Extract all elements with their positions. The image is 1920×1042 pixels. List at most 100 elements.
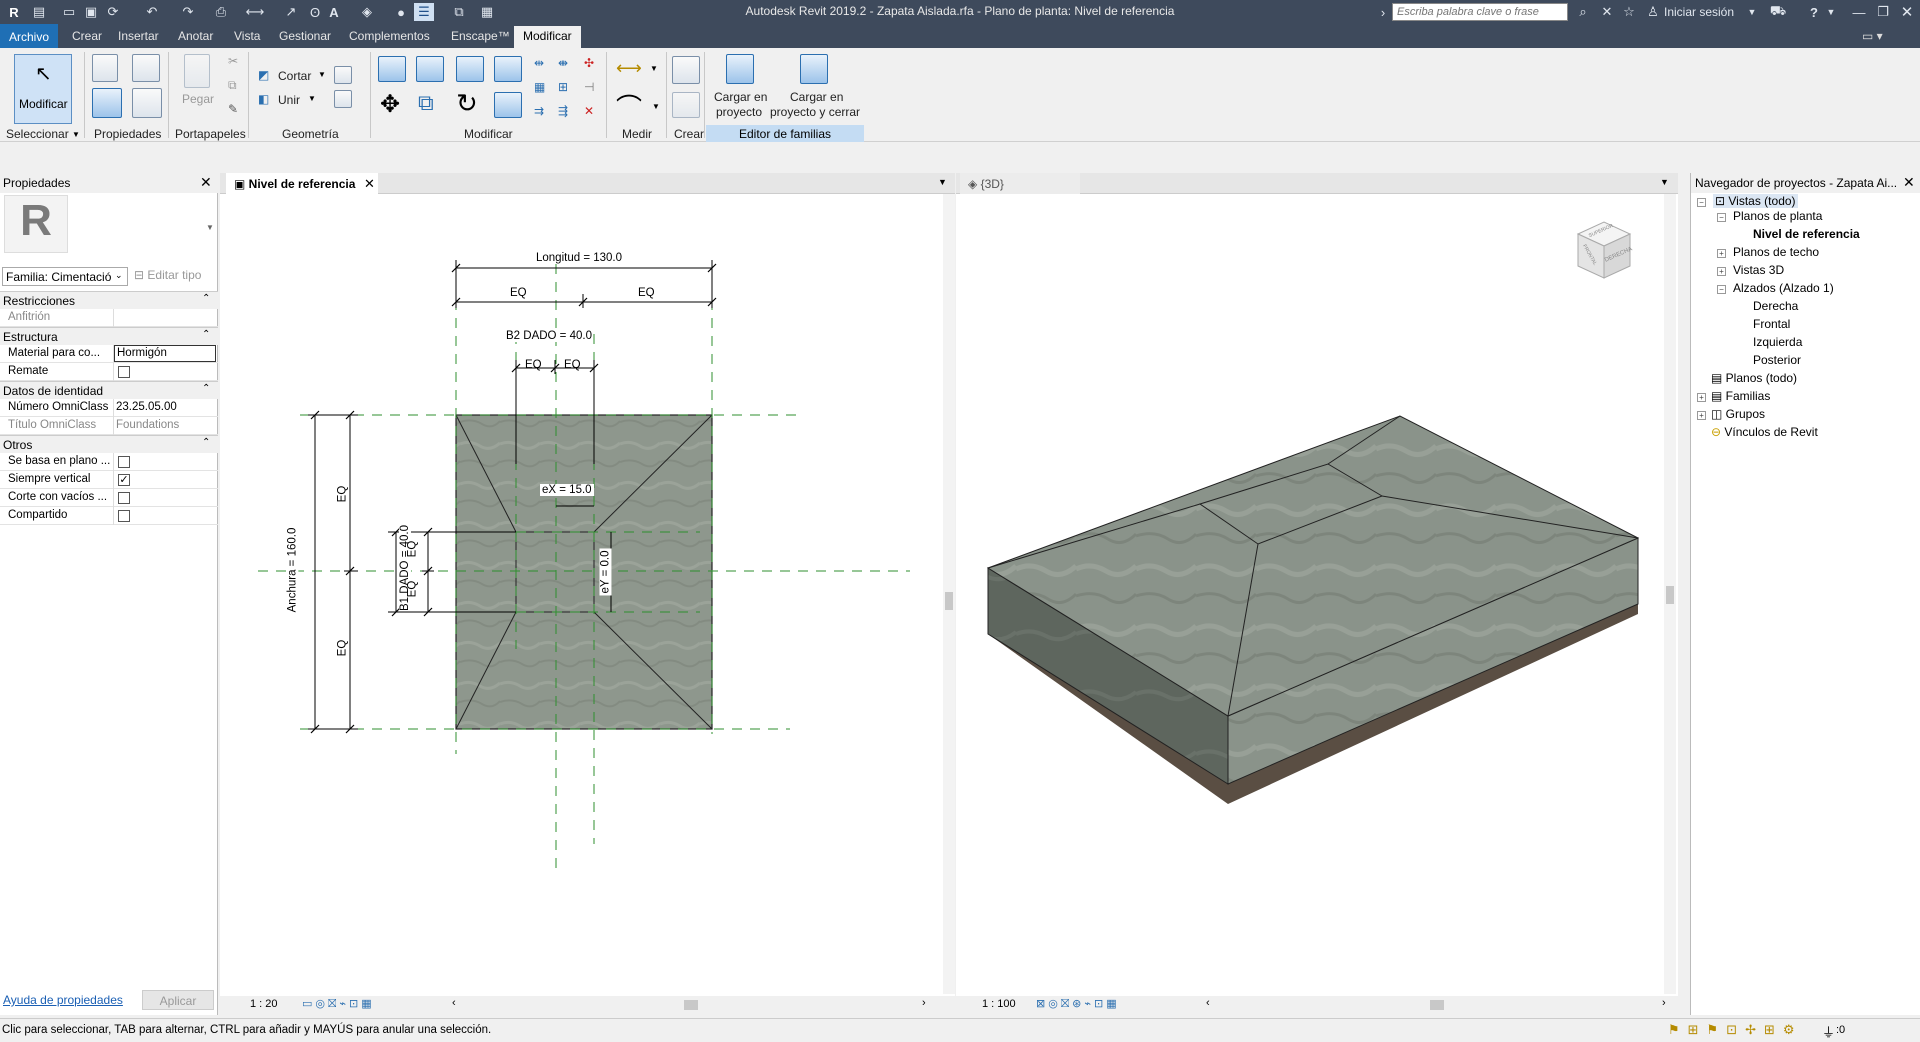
tree-item-planos-planta[interactable]: Planos de planta	[1733, 209, 1822, 223]
group-datos-identidad[interactable]: Datos de identidad ⌃	[0, 381, 218, 399]
group-otros[interactable]: Otros ⌃	[0, 435, 218, 453]
plan-vscrollbar[interactable]	[943, 194, 955, 994]
tree-item-alzados[interactable]: Alzados (Alzado 1)	[1733, 281, 1834, 295]
material-field[interactable]: Hormigón	[114, 345, 216, 362]
tab-insertar[interactable]: Insertar	[118, 29, 159, 43]
3d-vscroll-thumb[interactable]	[1666, 586, 1674, 604]
split-icon[interactable]: ⇹	[534, 56, 544, 70]
dimension-icon[interactable]: ↗	[282, 3, 300, 21]
tab-plan-view[interactable]: ▣ Nivel de referencia ✕	[226, 173, 378, 195]
tab-complementos[interactable]: Complementos	[349, 29, 430, 43]
prop-row[interactable]: Remate	[0, 363, 218, 381]
work-plane-checkbox[interactable]	[118, 456, 130, 468]
toggle-expand-icon[interactable]: +	[1717, 267, 1726, 276]
tree-item-derecha[interactable]: Derecha	[1753, 299, 1798, 313]
binoculars-icon[interactable]: ⌕	[1574, 3, 1592, 21]
delete-icon[interactable]: ✕	[584, 104, 594, 118]
sync-icon[interactable]: ⟳	[104, 3, 122, 21]
tab-enscape[interactable]: Enscape™	[451, 29, 510, 43]
help-dropdown-icon[interactable]: ▼	[1826, 3, 1836, 21]
tree-item-nivel-referencia[interactable]: Nivel de referencia	[1753, 227, 1860, 241]
paste-icon[interactable]	[184, 54, 210, 88]
signin-dropdown-icon[interactable]: ▼	[1746, 3, 1758, 21]
trim-multiple-icon[interactable]: ⇶	[558, 104, 568, 118]
trim-icon[interactable]	[494, 92, 522, 118]
cut-icon[interactable]: ✂	[228, 54, 238, 68]
match-properties-icon[interactable]: ✎	[228, 102, 238, 116]
tab-crear[interactable]: Crear	[72, 29, 102, 43]
dim-ey[interactable]: eY = 0.0	[599, 548, 612, 596]
close-icon[interactable]: ✕	[1903, 174, 1915, 191]
plan-vscroll-thumb[interactable]	[945, 592, 953, 610]
text-icon[interactable]: A	[326, 3, 342, 21]
dim-eq-top[interactable]: EQ	[336, 486, 348, 503]
3d-hscroll-thumb[interactable]	[1430, 1000, 1444, 1010]
load-into-project-label-2[interactable]: proyecto	[716, 105, 762, 119]
family-selector[interactable]: Familia: Cimentació ⌄	[2, 267, 128, 286]
select-dropdown-icon[interactable]: ▼	[72, 130, 80, 139]
align-icon[interactable]	[378, 56, 406, 82]
always-vertical-checkbox[interactable]: ✓	[118, 474, 130, 486]
toggle-collapse-icon[interactable]: −	[1697, 198, 1706, 207]
folder-icon[interactable]: ▭	[60, 3, 78, 21]
group-estructura[interactable]: Estructura ⌃	[0, 327, 218, 345]
prop-row[interactable]: Se basa en plano ...	[0, 453, 218, 471]
tree-item-planos-techo[interactable]: Planos de techo	[1733, 245, 1819, 259]
tree-item-vinculos[interactable]: ⊖ Vínculos de Revit	[1711, 425, 1818, 439]
properties-help-link[interactable]: Ayuda de propiedades	[3, 993, 123, 1007]
dim-eq-left[interactable]: EQ	[510, 287, 527, 299]
cut-dropdown-icon[interactable]: ▼	[318, 70, 326, 79]
type-selector-dropdown-icon[interactable]: ▼	[206, 223, 214, 232]
ribbon-toggle-icon[interactable]: ▭ ▾	[1862, 29, 1883, 43]
tree-item-izquierda[interactable]: Izquierda	[1753, 335, 1802, 349]
family-category-icon[interactable]	[132, 54, 160, 82]
mirror-axis-icon[interactable]	[456, 56, 484, 82]
3d-view-icon[interactable]: ◈	[356, 3, 378, 21]
trim-extend-icon[interactable]: ⇉	[534, 104, 544, 118]
cut-geometry-icon[interactable]: ◩	[258, 68, 269, 82]
tree-item-vistas[interactable]: ⊡ Vistas (todo)	[1713, 194, 1798, 208]
connect-icon[interactable]: ✕	[1598, 3, 1616, 21]
apply-button[interactable]: Aplicar	[142, 990, 214, 1010]
measure-distance-icon[interactable]: ⟷	[616, 58, 642, 79]
mirror-draw-icon[interactable]	[494, 56, 522, 82]
tab-menu-icon[interactable]: ▼	[1660, 177, 1669, 187]
unpin-icon[interactable]: ✣	[584, 56, 594, 70]
tree-item-posterior[interactable]: Posterior	[1753, 353, 1801, 367]
copy-element-icon[interactable]: ⧉	[418, 90, 434, 116]
close-window-icon[interactable]: ✕	[1896, 3, 1918, 21]
tab-menu-icon[interactable]: ▼	[938, 177, 947, 187]
cut-geometry-button[interactable]: Cortar	[278, 69, 311, 83]
tab-anotar[interactable]: Anotar	[178, 29, 213, 43]
print-icon[interactable]: ⎙	[212, 3, 230, 21]
close-hidden-icon[interactable]: ⧉	[450, 3, 468, 21]
edit-type-button[interactable]: ⊟ Editar tipo	[134, 268, 201, 282]
toggle-expand-icon[interactable]: +	[1697, 411, 1706, 420]
plan-scale[interactable]: 1 : 20	[250, 998, 278, 1010]
tree-item-familias[interactable]: ▤ Familias	[1711, 389, 1770, 403]
hscroll-left-icon[interactable]: ‹	[452, 997, 456, 1009]
switch-windows-icon[interactable]: ▦	[474, 3, 500, 21]
dim-b1-dado[interactable]: B1 DADO = 40.0	[398, 525, 411, 611]
move-icon[interactable]: ✥	[380, 90, 400, 119]
select-panel-label[interactable]: Seleccionar	[6, 127, 69, 141]
family-types-icon[interactable]	[92, 54, 118, 82]
remate-checkbox[interactable]	[118, 366, 130, 378]
group-restricciones[interactable]: Restricciones ⌃	[0, 291, 218, 309]
prop-row[interactable]: Anfitrión	[0, 309, 218, 327]
3d-view-control-icons[interactable]: ⊠◎⛝⊛⌁⊡▦	[1036, 997, 1120, 1011]
scale-icon[interactable]: ⊞	[558, 80, 568, 94]
type-properties-icon[interactable]	[132, 88, 162, 118]
tree-item-frontal[interactable]: Frontal	[1753, 317, 1790, 331]
cut-voids-checkbox[interactable]	[118, 492, 130, 504]
prop-row[interactable]: Compartido	[0, 507, 218, 525]
tab-3d-view[interactable]: ◈ {3D}	[960, 173, 1080, 195]
tag-icon[interactable]: ʘ	[308, 3, 322, 21]
toggle-collapse-icon[interactable]: −	[1717, 213, 1726, 222]
help-icon[interactable]: ?	[1804, 3, 1824, 21]
thin-lines-icon[interactable]: ☰	[414, 3, 434, 21]
offset-icon[interactable]	[416, 56, 444, 82]
tab-archivo[interactable]: Archivo	[0, 24, 58, 48]
dim-eq-b2-right[interactable]: EQ	[564, 359, 581, 371]
footing-outline[interactable]	[455, 414, 713, 730]
